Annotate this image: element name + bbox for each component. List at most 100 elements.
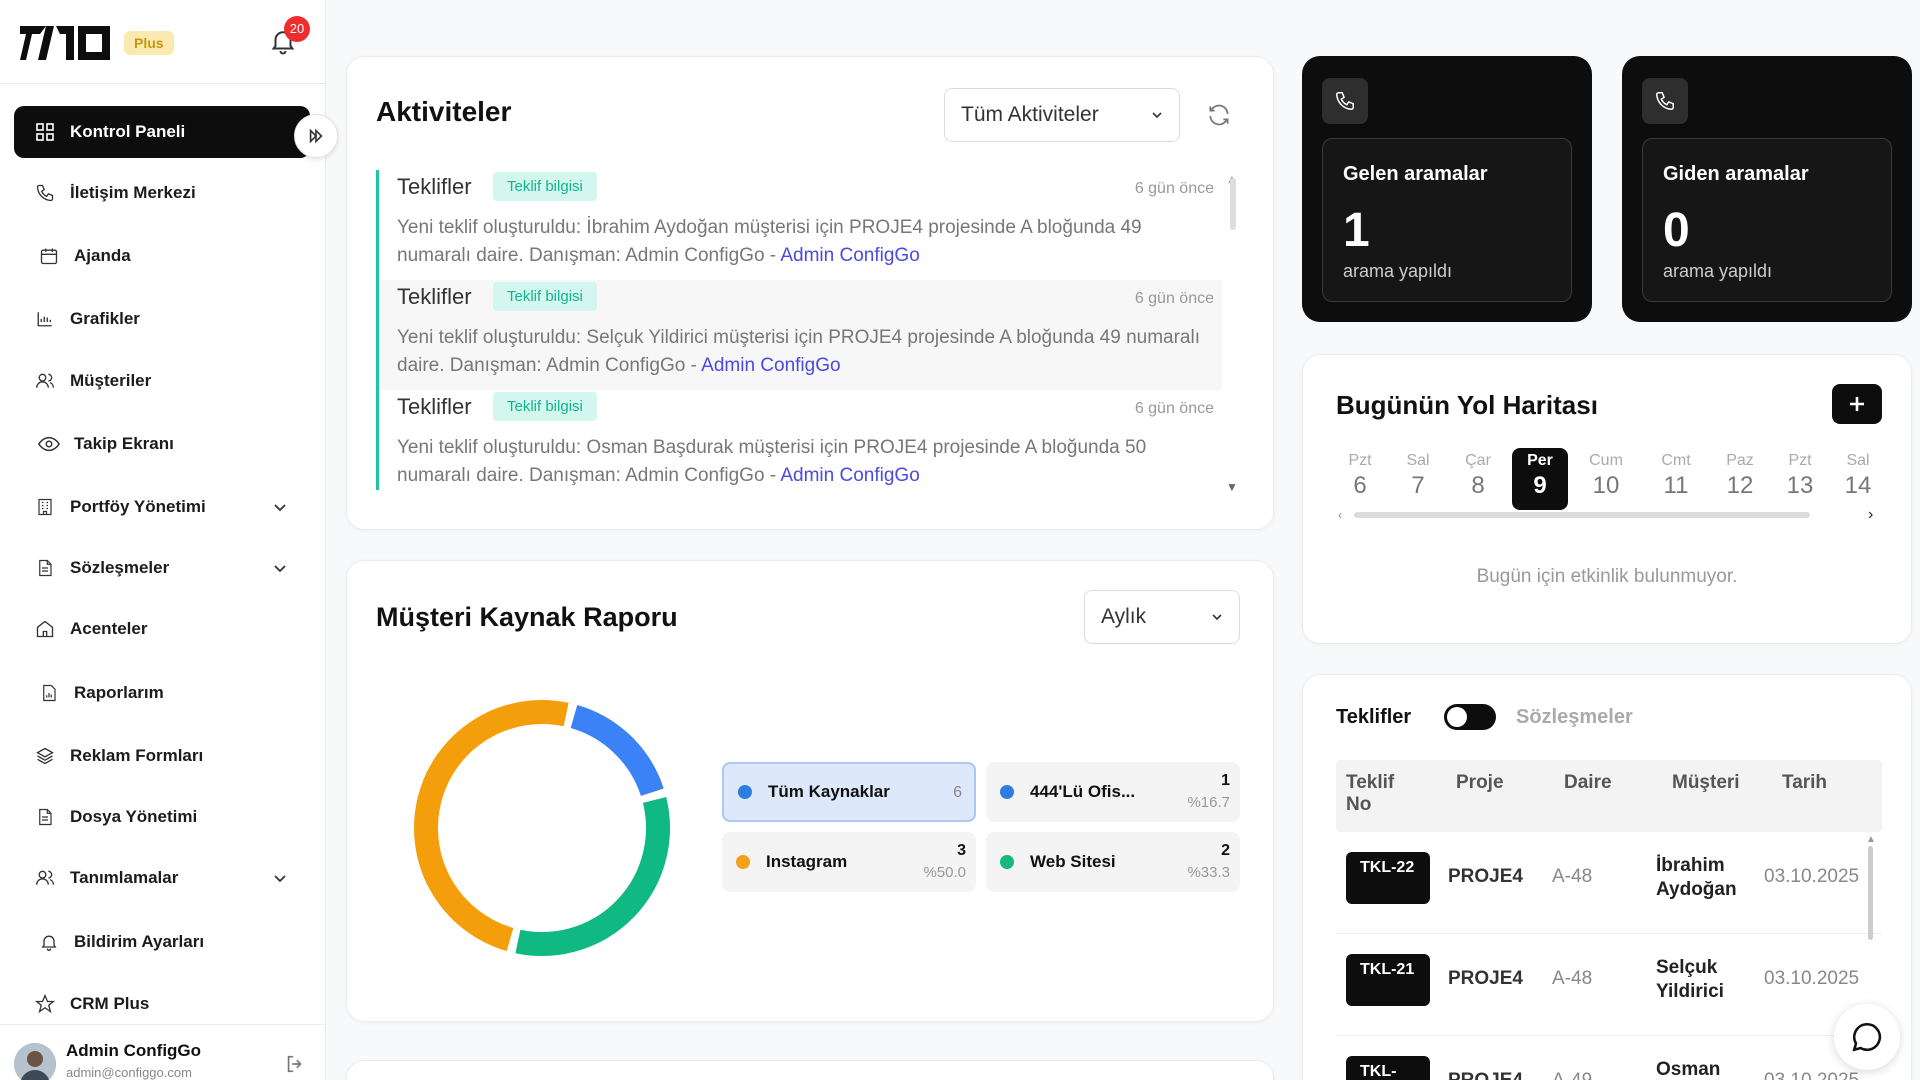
activity-author-link[interactable]: Admin ConfigGo xyxy=(701,355,840,376)
tab-sozlesmeler[interactable]: Sözleşmeler xyxy=(1516,706,1633,729)
legend-item-444-ofis[interactable]: 444'Lü Ofis... 1 %16.7 xyxy=(986,762,1240,822)
chevron-down-icon[interactable] xyxy=(272,560,288,576)
outgoing-calls-sub: arama yapıldı xyxy=(1663,261,1773,281)
sidebar-item-dosya-yonetimi[interactable]: Dosya Yönetimi xyxy=(14,791,310,843)
donut-slice-web-sitesi[interactable] xyxy=(515,797,670,956)
activity-item[interactable]: Teklifler Teklif bilgisi 6 gün önce Yeni… xyxy=(376,170,1222,282)
offer-unit: A-49 xyxy=(1552,1070,1592,1080)
column-musteri[interactable]: Müşteri xyxy=(1672,772,1740,794)
sidebar-item-sozlesmeler[interactable]: Sözleşmeler xyxy=(14,542,310,594)
tab-teklifler[interactable]: Teklifler xyxy=(1336,706,1411,729)
day-number: 10 xyxy=(1592,472,1620,499)
sidebar-item-acenteler[interactable]: Acenteler xyxy=(14,603,310,655)
chevron-down-icon[interactable] xyxy=(272,870,288,886)
day-item[interactable]: Sal 7 xyxy=(1390,448,1446,510)
chat-button[interactable] xyxy=(1834,1004,1900,1070)
calendar-icon xyxy=(38,245,60,267)
activity-item[interactable]: Teklifler Teklif bilgisi 6 gün önce Yeni… xyxy=(376,280,1222,392)
activity-item[interactable]: Teklifler Teklif bilgisi 6 gün önce Yeni… xyxy=(376,390,1222,490)
column-proje[interactable]: Proje xyxy=(1456,772,1504,794)
donut-slice-instagram[interactable] xyxy=(414,700,569,952)
column-tarih[interactable]: Tarih xyxy=(1782,772,1827,794)
table-scroll-up[interactable]: ▲ xyxy=(1866,834,1876,845)
legend-count: 1 xyxy=(1221,772,1230,789)
add-event-button[interactable] xyxy=(1832,384,1882,424)
table-scrollbar[interactable] xyxy=(1868,846,1873,940)
legend-item-web-sitesi[interactable]: Web Sitesi 2 %33.3 xyxy=(986,832,1240,892)
sidebar-item-grafikler[interactable]: Grafikler xyxy=(14,293,310,345)
phone-icon xyxy=(34,182,56,204)
sidebar-item-label: Raporlarım xyxy=(74,683,164,702)
chevron-down-icon[interactable] xyxy=(272,499,288,515)
sidebar-item-crm-plus[interactable]: CRM Plus xyxy=(14,978,310,1030)
activity-scrollbar[interactable] xyxy=(1230,178,1236,230)
offer-unit: A-48 xyxy=(1552,968,1593,989)
day-item[interactable]: Cmt 11 xyxy=(1648,448,1704,510)
sidebar-item-reklam-formlari[interactable]: Reklam Formları xyxy=(14,730,310,782)
legend-dot xyxy=(1000,785,1014,799)
activity-author-link[interactable]: Admin ConfigGo xyxy=(780,465,919,486)
day-item[interactable]: Çar 8 xyxy=(1450,448,1506,510)
activity-badge: Teklif bilgisi xyxy=(493,172,597,201)
sidebar-item-iletisim-merkezi[interactable]: İletişim Merkezi xyxy=(14,167,310,219)
sidebar-item-ajanda[interactable]: Ajanda xyxy=(14,230,310,282)
legend-percent: %33.3 xyxy=(1187,864,1230,881)
day-item[interactable]: Paz 12 xyxy=(1712,448,1768,510)
sidebar-item-bildirim-ayarlari[interactable]: Bildirim Ayarları xyxy=(14,916,310,968)
day-item[interactable]: Sal 14 xyxy=(1830,448,1886,510)
activity-badge: Teklif bilgisi xyxy=(493,392,597,421)
plus-badge: Plus xyxy=(124,31,174,55)
sidebar-item-portfoy-yonetimi[interactable]: Portföy Yönetimi xyxy=(14,481,310,533)
user-profile[interactable]: Admin ConfigGo admin@configgo.com xyxy=(0,1024,326,1080)
sidebar-item-musteriler[interactable]: Müşteriler xyxy=(14,355,310,407)
day-scrollbar[interactable] xyxy=(1354,512,1810,518)
phone-icon xyxy=(1642,78,1688,124)
table-row[interactable]: TKL-21 PROJE4 A-48 Selçuk Yildirici 03.1… xyxy=(1336,934,1882,1036)
collapse-sidebar-button[interactable] xyxy=(294,114,338,158)
scroll-down-arrow[interactable]: ▼ xyxy=(1226,480,1238,494)
scroll-right-arrow[interactable]: › xyxy=(1868,506,1873,524)
sidebar-item-takip-ekrani[interactable]: Takip Ekranı xyxy=(14,418,310,470)
column-teklif-no[interactable]: Teklif No xyxy=(1346,772,1406,816)
table-row[interactable]: TKL-22 PROJE4 A-48 İbrahim Aydoğan 03.10… xyxy=(1336,832,1882,934)
day-name: Sal xyxy=(1846,452,1870,469)
day-item[interactable]: Pzt 13 xyxy=(1772,448,1828,510)
day-name: Pzt xyxy=(1788,452,1812,469)
donut-slice-444-l-ofis-[interactable] xyxy=(570,704,664,797)
avatar[interactable] xyxy=(14,1043,56,1080)
brand-logo[interactable] xyxy=(20,22,112,64)
day-name: Pzt xyxy=(1348,452,1372,469)
file-icon xyxy=(34,806,56,828)
sidebar-item-tanimlamalar[interactable]: Tanımlamalar xyxy=(14,852,310,904)
offer-number-badge[interactable]: TKL- xyxy=(1346,1056,1430,1080)
offer-number-badge[interactable]: TKL-21 xyxy=(1346,954,1430,1006)
scroll-left-arrow[interactable]: ‹ xyxy=(1338,508,1342,522)
period-value: Aylık xyxy=(1101,605,1147,628)
offers-toggle[interactable] xyxy=(1444,704,1496,730)
chevron-down-icon xyxy=(1152,112,1162,119)
column-daire[interactable]: Daire xyxy=(1564,772,1612,794)
day-item-today[interactable]: Per 9 xyxy=(1512,448,1568,510)
day-number: 11 xyxy=(1663,472,1689,499)
refresh-icon[interactable] xyxy=(1206,102,1232,128)
offer-unit: A-48 xyxy=(1552,866,1593,887)
day-item[interactable]: Pzt 6 xyxy=(1332,448,1388,510)
activity-time: 6 gün önce xyxy=(1134,290,1214,307)
period-select[interactable]: Aylık xyxy=(1084,590,1240,644)
user-name: Admin ConfigGo xyxy=(66,1041,202,1060)
offer-number-badge[interactable]: TKL-22 xyxy=(1346,852,1430,904)
legend-item-all-sources[interactable]: Tüm Kaynaklar 6 xyxy=(722,762,976,822)
logout-icon[interactable] xyxy=(284,1053,306,1075)
day-item[interactable]: Cum 10 xyxy=(1578,448,1634,510)
sidebar-item-kontrol-paneli[interactable]: Kontrol Paneli xyxy=(14,106,310,158)
users-icon xyxy=(34,370,56,392)
outgoing-calls-card[interactable]: Giden aramalar 0 arama yapıldı xyxy=(1622,56,1912,322)
legend-item-instagram[interactable]: Instagram 3 %50.0 xyxy=(722,832,976,892)
activity-author-link[interactable]: Admin ConfigGo xyxy=(780,245,919,266)
activity-filter-select[interactable]: Tüm Aktiviteler xyxy=(944,88,1180,142)
sidebar-item-label: İletişim Merkezi xyxy=(70,183,196,202)
sidebar-item-label: Takip Ekranı xyxy=(74,434,174,453)
incoming-calls-card[interactable]: Gelen aramalar 1 arama yapıldı xyxy=(1302,56,1592,322)
sidebar-item-raporlarim[interactable]: Raporlarım xyxy=(14,667,310,719)
table-row[interactable]: TKL- PROJE4 A-49 Osman 03.10.2025 xyxy=(1336,1036,1882,1080)
